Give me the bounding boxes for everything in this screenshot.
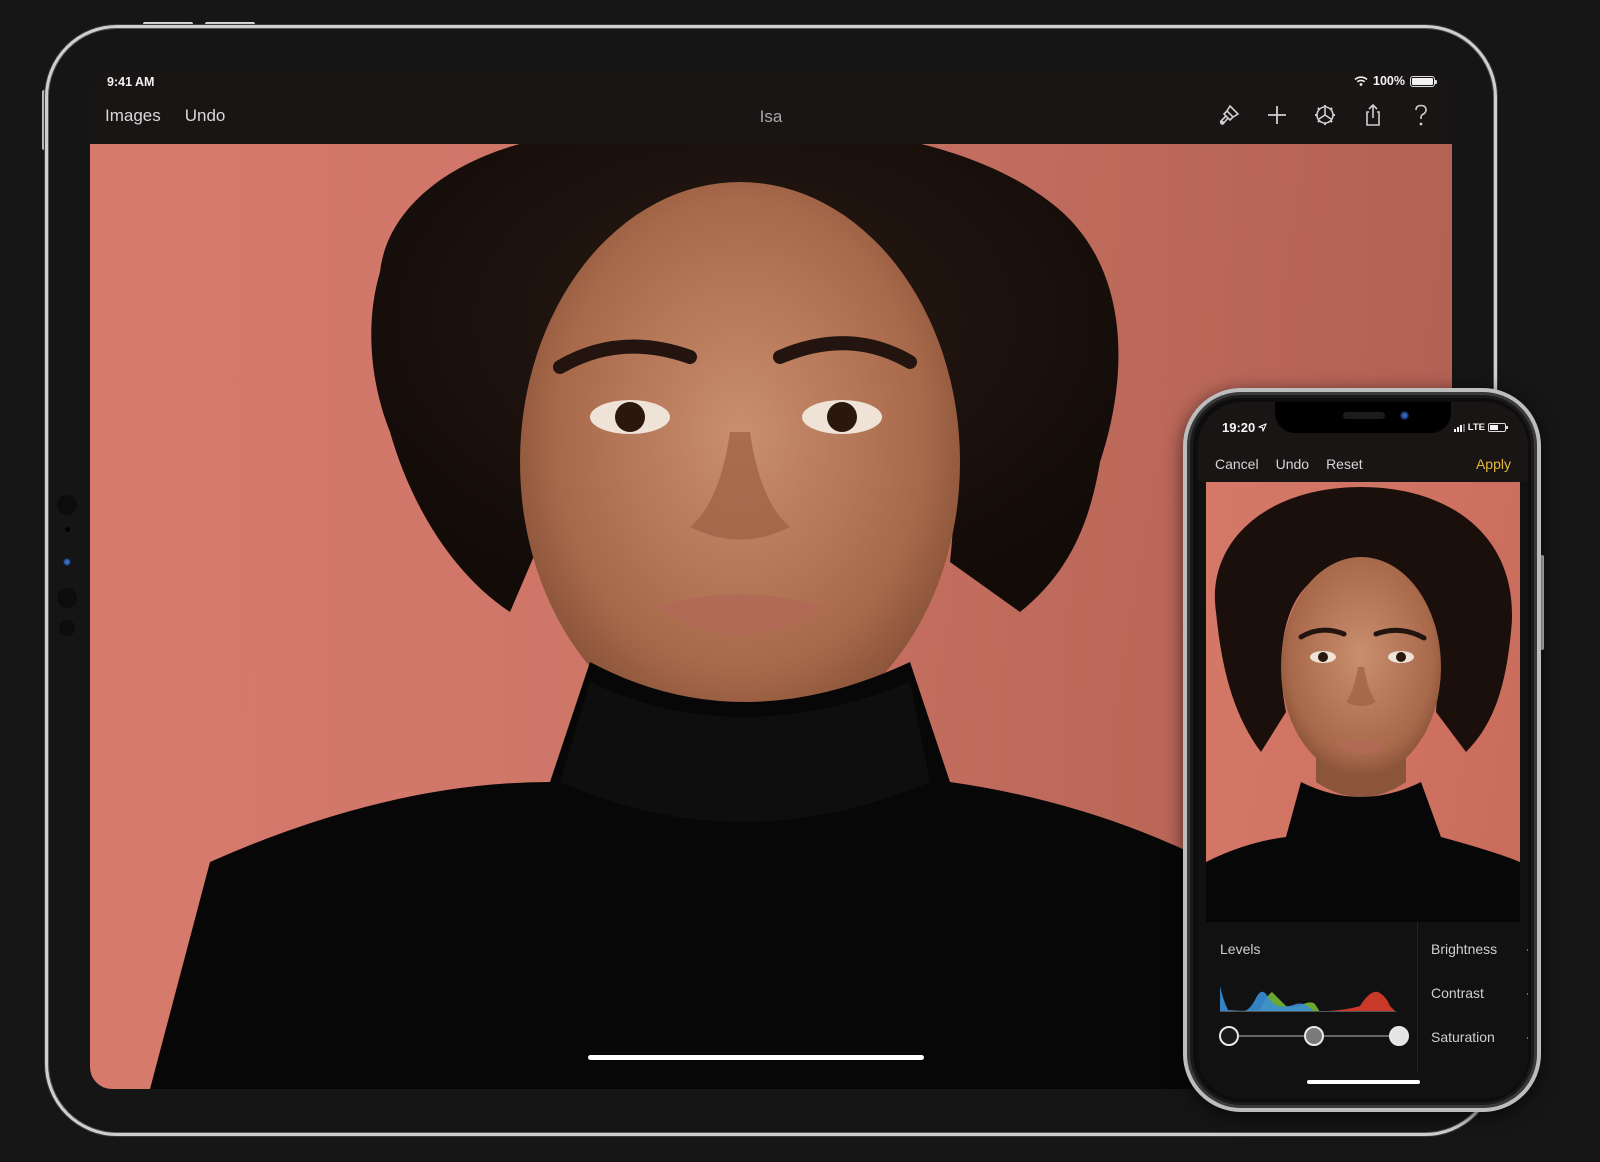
share-icon[interactable] [1360,102,1386,128]
network-label: LTE [1467,422,1485,433]
undo-button[interactable]: Undo [1276,456,1309,472]
sensor [59,620,75,636]
location-arrow-icon [1258,423,1267,432]
iphone-photo-preview[interactable] [1206,482,1520,922]
black-point-handle[interactable] [1219,1026,1239,1046]
cancel-button[interactable]: Cancel [1215,456,1259,472]
midtone-handle[interactable] [1304,1026,1324,1046]
battery-percent: 100% [1373,74,1405,88]
contrast-indicator [1527,993,1528,995]
wifi-icon [1354,76,1368,86]
sensor [57,495,77,515]
brightness-option[interactable]: Brightness [1431,941,1497,957]
iphone-screen: 19:20 LTE Cancel Undo Reset Apply Levels… [1198,402,1528,1099]
ipad-sensors [55,495,79,648]
battery-icon [1410,75,1437,87]
ipad-toolbar-icons [1216,102,1434,128]
apply-button[interactable]: Apply [1476,456,1511,472]
status-time: 9:41 AM [107,75,155,89]
brightness-indicator [1527,949,1528,951]
sensor [57,588,77,608]
iphone-nav-left: Cancel Undo Reset [1215,456,1363,472]
portrait-illustration [1206,487,1520,922]
speaker [1343,412,1385,419]
iphone-home-indicator[interactable] [1307,1080,1420,1084]
front-camera-icon [63,558,71,566]
levels-label: Levels [1220,941,1261,957]
ipad-home-indicator[interactable] [588,1055,924,1060]
ipad-toolbar: 9:41 AM 100% Images Undo Isa [90,70,1452,144]
notch [1275,402,1451,433]
status-indicators: LTE [1453,422,1508,433]
time-label: 19:20 [1222,420,1256,435]
sensor [64,527,70,532]
help-icon[interactable] [1408,102,1434,128]
contrast-option[interactable]: Contrast [1431,985,1484,1001]
reset-button[interactable]: Reset [1326,456,1363,472]
white-point-handle[interactable] [1389,1026,1409,1046]
status-indicators: 100% [1354,74,1437,88]
front-camera-icon [1400,411,1409,420]
brush-icon[interactable] [1216,102,1242,128]
gear-icon[interactable] [1312,102,1338,128]
plus-icon[interactable] [1264,102,1290,128]
levels-histogram [1220,986,1396,1012]
saturation-indicator [1527,1037,1528,1039]
saturation-option[interactable]: Saturation [1431,1029,1495,1045]
status-time: 19:20 [1222,420,1267,435]
battery-icon [1488,423,1508,432]
levels-control: Levels [1206,922,1418,1072]
levels-slider[interactable] [1219,1026,1409,1046]
histogram-blue [1220,986,1314,1012]
device-showcase: 9:41 AM 100% Images Undo Isa 19:20 LTE C… [0,0,1600,1162]
adjustment-panel: Levels Brightness Contrast Saturation [1206,922,1528,1099]
signal-icon [1453,423,1465,432]
